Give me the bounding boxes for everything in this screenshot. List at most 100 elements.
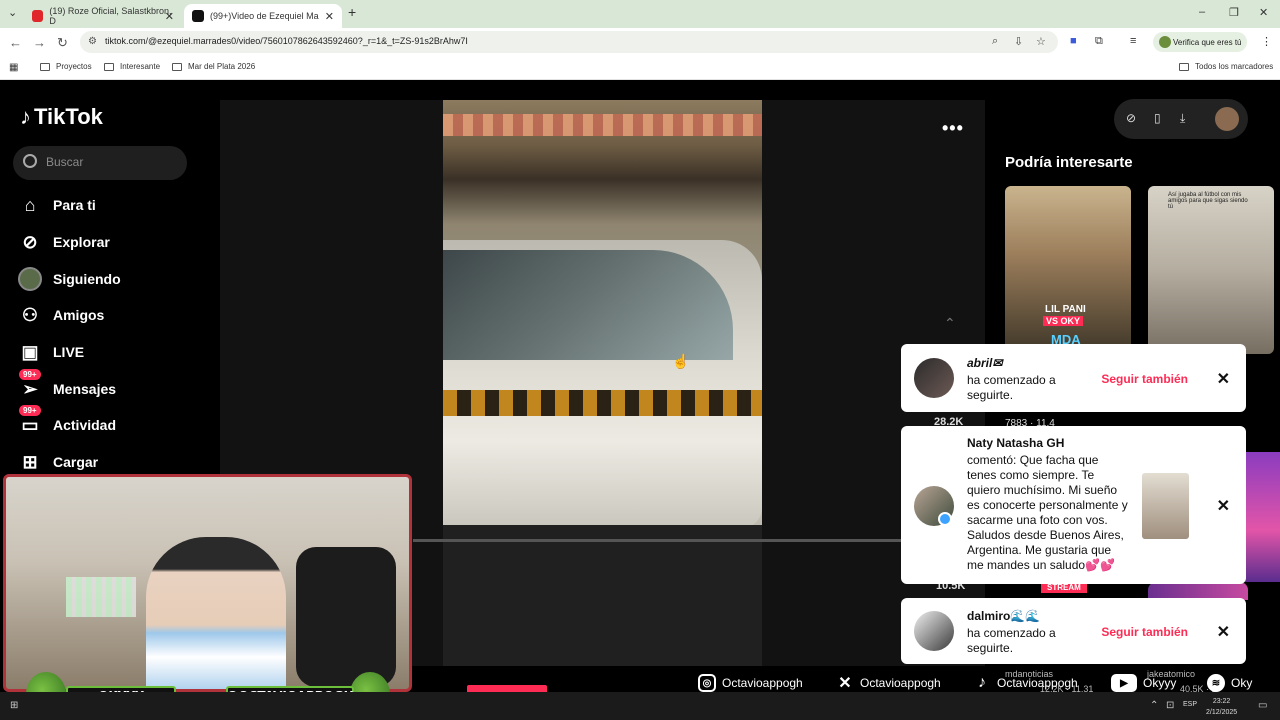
awning-stripes [443, 114, 762, 136]
search-box[interactable] [13, 146, 187, 180]
nav-actividad[interactable]: ▭ 99+ Actividad [16, 405, 116, 439]
notification-follow-abril[interactable]: abril✉ ha comenzado a seguirte. Seguir t… [901, 344, 1246, 412]
tiktok-note-icon: ♪ [20, 104, 31, 129]
more-options-icon[interactable]: ••• [942, 118, 964, 139]
compass-icon: ⊘ [22, 231, 38, 252]
browser-tab-bar: ⌄ (19) Roze Oficial, Salastkbron, D ✕ (9… [0, 0, 1280, 28]
tab-search-icon[interactable]: ⌄ [8, 6, 17, 19]
bookmark-star-icon[interactable]: ☆ [1036, 35, 1046, 48]
nav-cargar[interactable]: ⊞ Cargar [16, 448, 98, 476]
tab-youtube[interactable]: (19) Roze Oficial, Salastkbron, D ✕ [24, 4, 182, 28]
home-icon: ⌂ [24, 194, 36, 215]
menu-icon[interactable]: ⋮ [1261, 35, 1272, 48]
rec-video-card[interactable] [1245, 452, 1280, 582]
video-player[interactable] [443, 100, 762, 666]
nav-mensajes[interactable]: ➢ 99+ Mensajes [16, 369, 116, 403]
tab-label: (99+)Video de Ezequiel Ma [210, 11, 319, 21]
minimize-icon[interactable]: – [1199, 6, 1205, 18]
zoom-icon[interactable]: ⌕ [992, 35, 998, 48]
verify-label: Verifica que eres tú [1173, 37, 1242, 47]
network-icon[interactable]: ⊡ [1166, 700, 1174, 711]
messages-badge: 99+ [19, 369, 41, 380]
search-input[interactable] [46, 155, 176, 169]
forward-icon[interactable]: → [33, 35, 46, 50]
folder-icon [40, 62, 50, 71]
bookmark-mar-del-plata[interactable]: Mar del Plata 2026 [172, 62, 255, 71]
mouse-pointer-icon: ☝ [672, 353, 690, 369]
follow-back-button[interactable]: Seguir también [1101, 625, 1188, 639]
notification-follow-dalmiro[interactable]: dalmiro🌊🌊 ha comenzado a seguirte. Segui… [901, 598, 1246, 664]
download-icon[interactable]: ⤓ [1180, 111, 1185, 126]
gaming-chair [296, 547, 396, 687]
folder-icon [172, 62, 182, 71]
spotify-icon: ≋ [1207, 674, 1225, 692]
notifications-icon[interactable]: ▭ [1258, 700, 1267, 711]
folder-icon [104, 62, 114, 71]
social-youtube: ▶ Okyyy [1111, 674, 1176, 692]
reload-icon[interactable]: ↻ [57, 35, 68, 51]
top-right-toolbar: ⊘ ▯ ⤓ [1114, 99, 1248, 139]
close-icon[interactable]: ✕ [1217, 369, 1230, 389]
install-icon[interactable]: ⇩ [1014, 35, 1023, 48]
url-field[interactable]: ⚙ tiktok.com/@ezequiel.marrades0/video/7… [80, 31, 1058, 53]
windows-start-icon[interactable]: ⊞ [10, 700, 18, 711]
avatar [914, 611, 954, 651]
street [443, 525, 762, 666]
folder-icon [1179, 62, 1189, 71]
verified-badge-icon [938, 512, 952, 526]
tab-tiktok[interactable]: (99+)Video de Ezequiel Ma ✕ [184, 4, 342, 28]
extensions-puzzle-icon[interactable]: ⧉ [1095, 35, 1103, 48]
tray-chevron-icon[interactable]: ⌃ [1150, 700, 1158, 711]
maximize-icon[interactable]: ❐ [1229, 6, 1239, 19]
close-icon[interactable]: ✕ [1217, 496, 1230, 516]
windows-taskbar: ⊞ ⌃ ⊡ ESP 23:22 2/12/2025 ▭ [0, 692, 1280, 720]
nav-para-ti[interactable]: ⌂ Para ti [16, 191, 96, 219]
close-icon[interactable]: ✕ [1217, 622, 1230, 642]
follow-back-button[interactable]: Seguir también [1101, 372, 1188, 386]
explore-icon[interactable]: ⊘ [1126, 111, 1136, 125]
video-progress-bar[interactable] [413, 539, 901, 542]
nav-siguiendo[interactable]: Siguiendo [16, 265, 121, 293]
nav-explorar[interactable]: ⊘ Explorar [16, 228, 109, 256]
all-bookmarks[interactable]: Todos los marcadores [1179, 62, 1273, 71]
nav-amigos[interactable]: ⚇ Amigos [16, 301, 104, 329]
url-text: tiktok.com/@ezequiel.marrades0/video/756… [105, 36, 468, 46]
address-bar: ← → ↻ ⚙ tiktok.com/@ezequiel.marrades0/v… [0, 28, 1280, 56]
youtube-favicon-icon [32, 10, 44, 22]
upload-icon: ⊞ [22, 451, 38, 472]
rec-video-card[interactable]: LIL PANI VS OKY MDA [1005, 186, 1131, 354]
apps-grid-icon[interactable]: ▦ [9, 62, 18, 73]
friends-icon: ⚇ [21, 304, 39, 325]
site-info-icon[interactable]: ⚙ [88, 36, 97, 47]
tiktok-icon: ♪ [978, 674, 986, 691]
verify-button[interactable]: Verifica que eres tú [1153, 32, 1247, 52]
notification-comment-naty[interactable]: Naty Natasha GH comentó: Que facha que t… [901, 426, 1246, 584]
social-x: ✕ Octavioappogh [836, 674, 940, 692]
rec-video-card[interactable]: Así jugaba al fútbol con mis amigos para… [1148, 186, 1274, 354]
back-icon[interactable]: ← [9, 35, 22, 50]
close-tab-icon[interactable]: ✕ [165, 10, 174, 23]
nav-live[interactable]: ▣ LIVE [16, 338, 84, 366]
close-window-icon[interactable]: ✕ [1259, 6, 1268, 19]
clock[interactable]: 23:22 2/12/2025 [1206, 696, 1237, 718]
avatar [914, 358, 954, 398]
bookmark-interesante[interactable]: Interesante [104, 62, 160, 71]
previous-video-icon[interactable]: ⌃ [944, 315, 956, 332]
instagram-icon: ◎ [698, 674, 716, 692]
extension-icon[interactable]: ■ [1070, 35, 1077, 47]
new-tab-icon[interactable]: + [348, 4, 356, 20]
tiktok-logo[interactable]: ♪ TikTok [20, 104, 103, 130]
close-tab-icon[interactable]: ✕ [325, 10, 334, 23]
taxi-checker-stripe [443, 390, 762, 416]
webcam-overlay [3, 474, 412, 692]
streamer [146, 537, 286, 689]
language-indicator[interactable]: ESP [1183, 701, 1197, 708]
device-icon[interactable]: ▯ [1154, 111, 1161, 125]
youtube-icon: ▶ [1111, 674, 1137, 692]
video-thumbnail[interactable] [1142, 473, 1189, 539]
social-tiktok: ♪ Octavioappogh [973, 674, 1078, 692]
profile-avatar[interactable] [1215, 107, 1239, 131]
x-icon: ✕ [838, 675, 852, 692]
bookmark-proyectos[interactable]: Proyectos [40, 62, 92, 71]
media-control-icon[interactable]: ≡ [1130, 35, 1136, 47]
